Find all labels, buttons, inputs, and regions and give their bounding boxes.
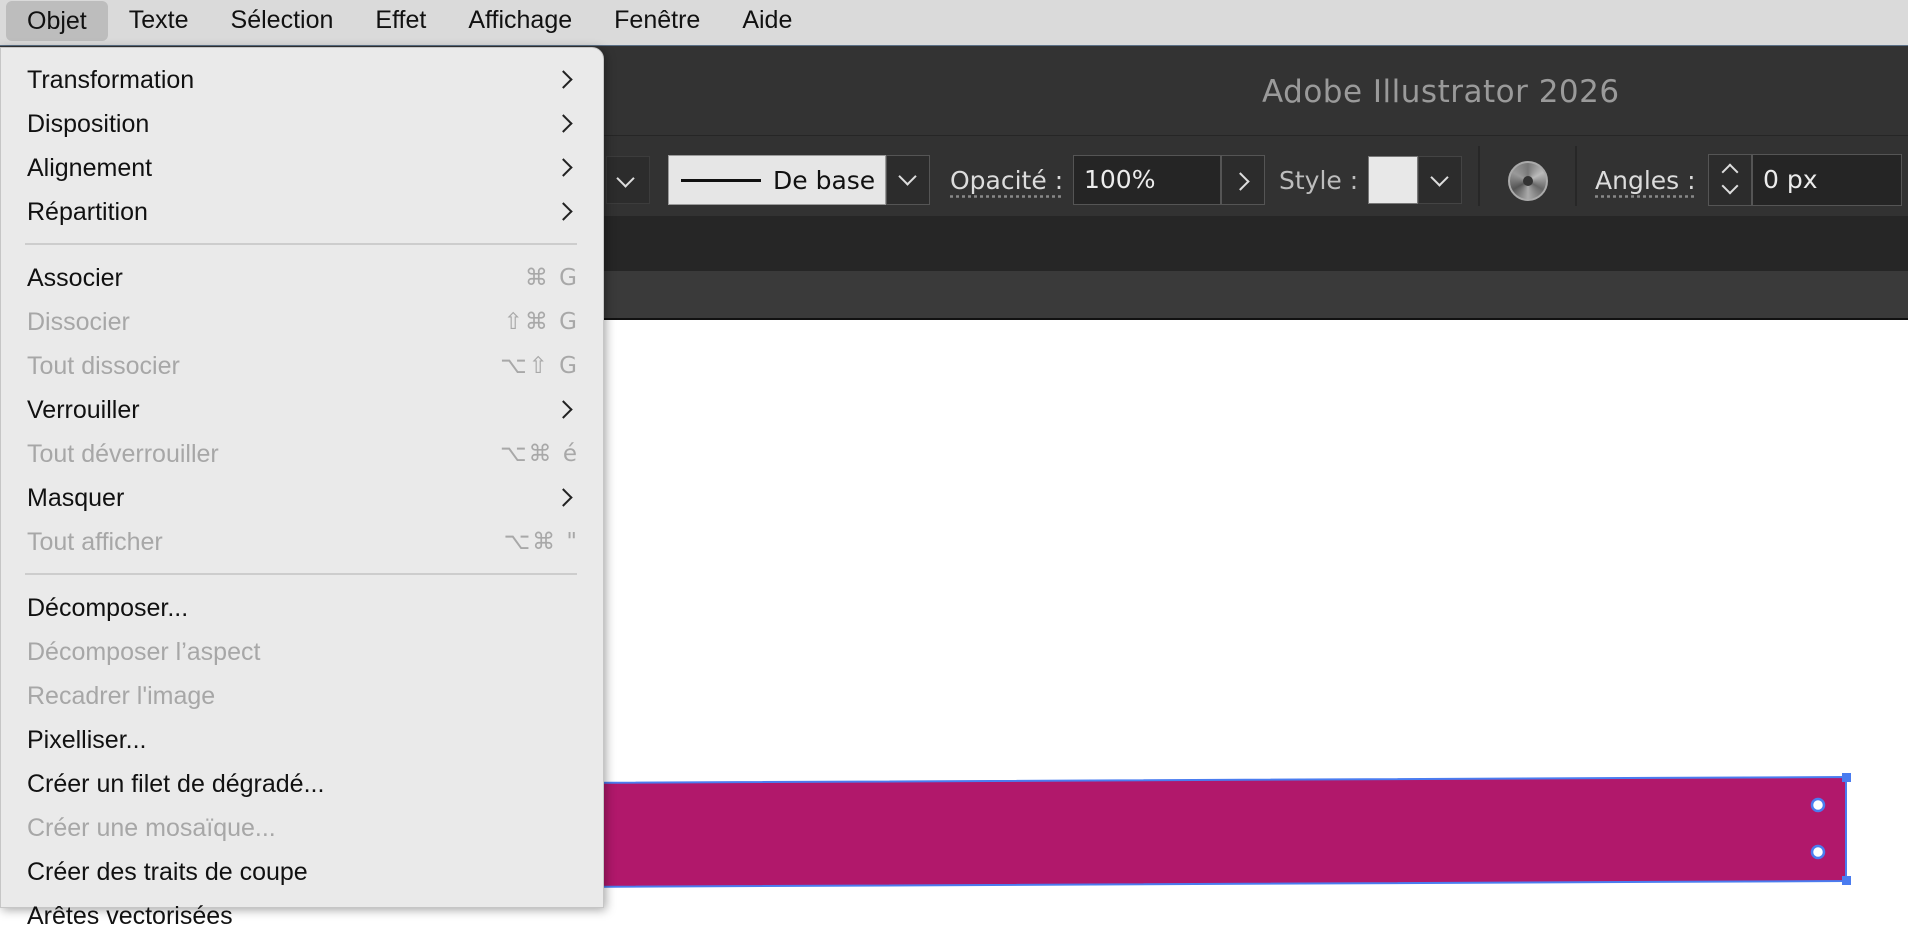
menu-aide[interactable]: Aide bbox=[721, 0, 813, 45]
menu-item-masquer[interactable]: Masquer bbox=[1, 476, 603, 520]
menu-item-tout-dissocier: Tout dissocier ⌥⇧ G bbox=[1, 344, 603, 388]
menu-separator bbox=[25, 573, 577, 575]
menu-item-shortcut: ⌘ G bbox=[524, 265, 579, 291]
brush-definition-field[interactable]: De base bbox=[668, 155, 886, 205]
divider bbox=[1575, 146, 1577, 206]
menu-item-label: Arêtes vectorisées bbox=[27, 902, 233, 930]
chevron-right-icon bbox=[554, 114, 573, 133]
chevron-down-icon bbox=[616, 169, 635, 188]
opacity-slider-button[interactable] bbox=[1221, 155, 1265, 205]
menu-item-label: Dissocier bbox=[27, 308, 130, 336]
chevron-right-icon bbox=[554, 400, 573, 419]
chevron-right-icon bbox=[1231, 172, 1250, 191]
menu-fenetre[interactable]: Fenêtre bbox=[593, 0, 721, 45]
menu-item-tout-deverrouiller: Tout déverrouiller ⌥⌘ é bbox=[1, 432, 603, 476]
menu-item-label: Associer bbox=[27, 264, 123, 292]
opacity-input[interactable]: 100% bbox=[1073, 155, 1221, 205]
menu-selection[interactable]: Sélection bbox=[210, 0, 355, 45]
selection-handle[interactable] bbox=[1842, 773, 1851, 782]
menu-item-shortcut: ⌥⌘ é bbox=[500, 441, 579, 467]
corner-radius-stepper[interactable] bbox=[1708, 154, 1752, 206]
style-label: Style : bbox=[1279, 166, 1359, 195]
menu-item-label: Décomposer... bbox=[27, 594, 189, 622]
menu-item-label: Masquer bbox=[27, 484, 125, 512]
menu-bar: Objet Texte Sélection Effet Affichage Fe… bbox=[0, 0, 1908, 45]
recolor-artwork-icon[interactable] bbox=[1508, 161, 1548, 201]
chevron-down-icon[interactable] bbox=[1721, 177, 1739, 195]
menu-item-aretes-vectorisees[interactable]: Arêtes vectorisées bbox=[1, 894, 603, 938]
menu-item-label: Disposition bbox=[27, 110, 150, 138]
menu-item-alignement[interactable]: Alignement bbox=[1, 146, 603, 190]
menu-item-shortcut: ⌥⌘ " bbox=[503, 529, 579, 555]
menu-item-label: Tout déverrouiller bbox=[27, 440, 219, 468]
stroke-weight-dropdown[interactable] bbox=[606, 156, 650, 204]
menu-item-transformation[interactable]: Transformation bbox=[1, 58, 603, 102]
brush-label: De base bbox=[773, 165, 876, 195]
style-swatch[interactable] bbox=[1368, 156, 1418, 204]
menu-item-recadrer-image: Recadrer l'image bbox=[1, 674, 603, 718]
opacity-label[interactable]: Opacité : bbox=[950, 166, 1063, 195]
app-title: Adobe Illustrator 2026 bbox=[1262, 74, 1620, 110]
menu-item-tout-afficher: Tout afficher ⌥⌘ " bbox=[1, 520, 603, 564]
menu-objet[interactable]: Objet bbox=[6, 0, 108, 41]
menu-item-label: Créer une mosaïque... bbox=[27, 814, 276, 842]
style-dropdown-button[interactable] bbox=[1418, 156, 1462, 204]
menu-item-creer-filet-degrade[interactable]: Créer un filet de dégradé... bbox=[1, 762, 603, 806]
menu-item-label: Créer des traits de coupe bbox=[27, 858, 308, 886]
brush-stroke-preview bbox=[681, 178, 761, 182]
chevron-down-icon bbox=[1430, 168, 1449, 187]
menu-item-label: Transformation bbox=[27, 66, 195, 94]
menu-item-disposition[interactable]: Disposition bbox=[1, 102, 603, 146]
chevron-right-icon bbox=[554, 488, 573, 507]
menu-texte[interactable]: Texte bbox=[108, 0, 210, 45]
menu-item-label: Recadrer l'image bbox=[27, 682, 216, 710]
menu-item-label: Verrouiller bbox=[27, 396, 140, 424]
menu-item-decomposer[interactable]: Décomposer... bbox=[1, 586, 603, 630]
menu-item-dissocier: Dissocier ⇧⌘ G bbox=[1, 300, 603, 344]
menu-item-creer-mosaique: Créer une mosaïque... bbox=[1, 806, 603, 850]
menu-item-pixelliser[interactable]: Pixelliser... bbox=[1, 718, 603, 762]
menu-affichage[interactable]: Affichage bbox=[447, 0, 593, 45]
menu-item-label: Tout afficher bbox=[27, 528, 163, 556]
chevron-right-icon bbox=[554, 158, 573, 177]
menu-item-label: Répartition bbox=[27, 198, 148, 226]
chevron-down-icon bbox=[898, 167, 917, 186]
corners-label[interactable]: Angles : bbox=[1595, 166, 1696, 195]
menu-item-creer-traits-coupe[interactable]: Créer des traits de coupe bbox=[1, 850, 603, 894]
menu-effet[interactable]: Effet bbox=[354, 0, 447, 45]
menu-item-label: Alignement bbox=[27, 154, 153, 182]
menu-item-associer[interactable]: Associer ⌘ G bbox=[1, 256, 603, 300]
menu-separator bbox=[25, 243, 577, 245]
menu-item-verrouiller[interactable]: Verrouiller bbox=[1, 388, 603, 432]
objet-menu-dropdown: Transformation Disposition Alignement Ré… bbox=[0, 47, 604, 930]
menu-item-shortcut: ⇧⌘ G bbox=[503, 309, 579, 335]
corner-widget[interactable] bbox=[1810, 797, 1826, 813]
chevron-right-icon bbox=[554, 202, 573, 221]
brush-dropdown-button[interactable] bbox=[886, 155, 930, 205]
selected-rectangle[interactable] bbox=[559, 775, 1847, 889]
menu-item-shortcut: ⌥⇧ G bbox=[500, 353, 579, 379]
chevron-right-icon bbox=[554, 70, 573, 89]
selection-handle[interactable] bbox=[1842, 876, 1851, 885]
menu-item-label: Tout dissocier bbox=[27, 352, 180, 380]
corner-radius-input[interactable]: 0 px bbox=[1752, 154, 1902, 206]
menu-item-label: Créer un filet de dégradé... bbox=[27, 770, 325, 798]
menu-item-label: Décomposer l’aspect bbox=[27, 638, 261, 666]
menu-item-repartition[interactable]: Répartition bbox=[1, 190, 603, 234]
divider bbox=[1478, 146, 1480, 206]
menu-item-label: Pixelliser... bbox=[27, 726, 147, 754]
corner-widget[interactable] bbox=[1810, 844, 1826, 860]
menu-item-decomposer-aspect: Décomposer l’aspect bbox=[1, 630, 603, 674]
